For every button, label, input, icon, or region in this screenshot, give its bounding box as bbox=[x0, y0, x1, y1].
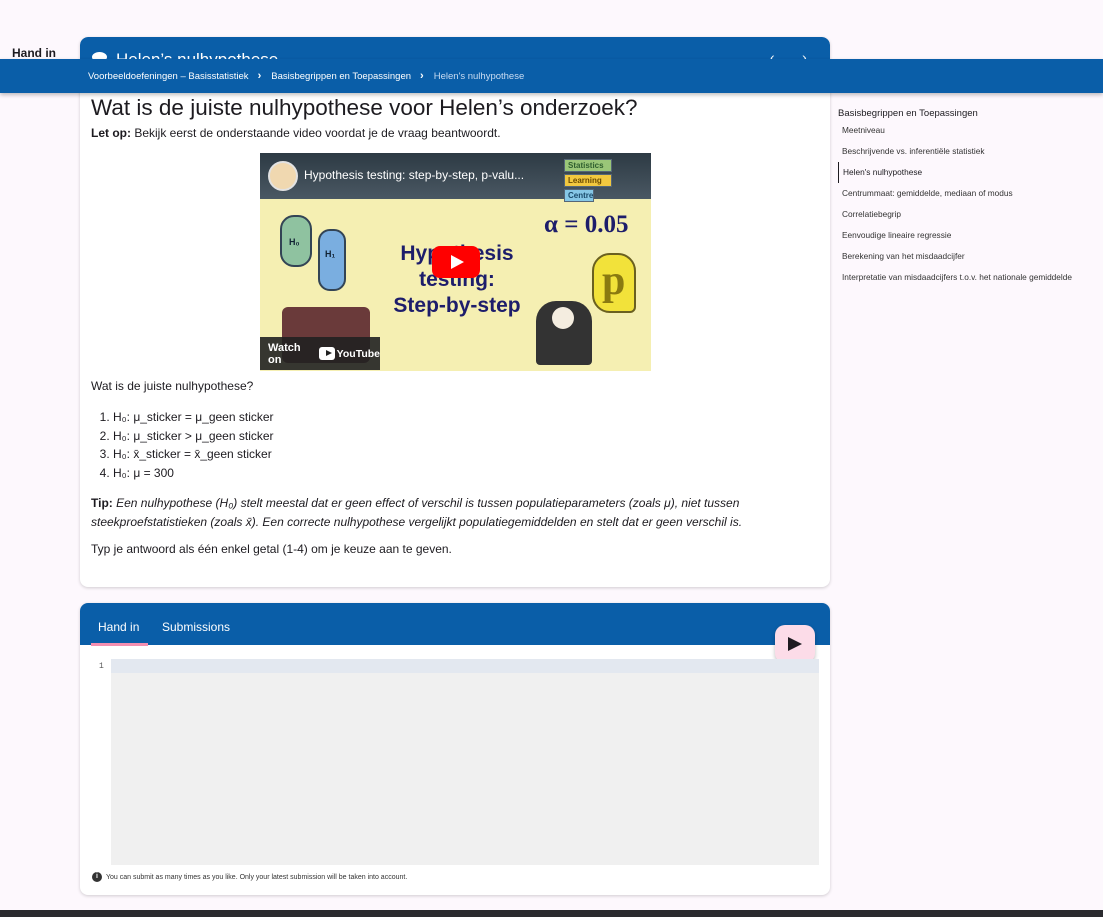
instruction-text: Typ je antwoord als één enkel getal (1-4… bbox=[91, 542, 452, 556]
notice-label: Let op: bbox=[91, 126, 131, 140]
table-of-contents: Basisbegrippen en Toepassingen Meetnivea… bbox=[838, 108, 1103, 288]
breadcrumb: Voorbeeldoefeningen – Basisstatistiek › … bbox=[0, 59, 1103, 93]
toc-item[interactable]: Meetniveau bbox=[838, 120, 1103, 141]
video-title[interactable]: Hypothesis testing: step-by-step, p-valu… bbox=[304, 168, 524, 182]
question-text: Wat is de juiste nulhypothese? bbox=[91, 379, 254, 393]
toc-item[interactable]: Eenvoudige lineaire regressie bbox=[838, 225, 1103, 246]
editor-text-area[interactable] bbox=[111, 659, 819, 865]
logo-badge: Centre bbox=[564, 189, 594, 202]
tip: Tip: Een nulhypothese (H₀) stelt meestal… bbox=[91, 494, 821, 532]
video-embed[interactable]: H₀ H₁ α = 0.05 Hypothesis testing: Step-… bbox=[260, 153, 651, 371]
youtube-label: YouTube bbox=[336, 347, 380, 360]
mathematician-figure bbox=[536, 301, 592, 365]
chevron-right-icon: › bbox=[257, 70, 262, 82]
option-item: H₀: x̄_sticker = x̄_geen sticker bbox=[113, 445, 274, 464]
tip-label: Tip: bbox=[91, 496, 113, 510]
play-button[interactable] bbox=[432, 246, 480, 278]
option-item: H₀: μ_sticker = μ_geen sticker bbox=[113, 408, 274, 427]
logo-badge: Learning bbox=[564, 174, 612, 187]
watch-on-label: Watch on bbox=[268, 341, 301, 366]
watch-on-youtube-button[interactable]: Watch on YouTube bbox=[260, 337, 380, 370]
youtube-icon bbox=[318, 347, 335, 360]
info-icon: i bbox=[92, 872, 102, 882]
active-tab-indicator bbox=[91, 643, 148, 646]
options-list: H₀: μ_sticker = μ_geen sticker H₀: μ_sti… bbox=[113, 408, 274, 483]
breadcrumb-item-course[interactable]: Voorbeeldoefeningen – Basisstatistiek bbox=[88, 71, 249, 82]
code-editor[interactable]: 1 bbox=[91, 659, 819, 865]
chevron-right-icon: › bbox=[420, 70, 424, 82]
line-number: 1 bbox=[99, 662, 104, 671]
hand-in-label: Hand in bbox=[12, 46, 56, 60]
toc-item[interactable]: Centrummaat: gemiddelde, mediaan of modu… bbox=[838, 183, 1103, 204]
toc-item[interactable]: Correlatiebegrip bbox=[838, 204, 1103, 225]
logo-badge: Statistics bbox=[564, 159, 612, 172]
toc-item[interactable]: Beschrijvende vs. inferentiële statistie… bbox=[838, 141, 1103, 162]
bottom-bar bbox=[0, 910, 1103, 917]
notice-text: Bekijk eerst de onderstaande video voord… bbox=[131, 126, 501, 140]
h1-figure bbox=[318, 229, 346, 291]
p-glyph: p bbox=[602, 258, 626, 304]
submission-hint: i You can submit as many times as you li… bbox=[92, 872, 407, 882]
editor-gutter: 1 bbox=[91, 659, 111, 865]
toc-heading[interactable]: Basisbegrippen en Toepassingen bbox=[838, 108, 1103, 119]
submit-button[interactable] bbox=[775, 625, 815, 663]
exercise-content: Wat is de juiste nulhypothese voor Helen… bbox=[91, 94, 821, 556]
breadcrumb-item-current: Helen's nulhypothese bbox=[433, 70, 525, 82]
h0-label: H₀ bbox=[289, 237, 300, 247]
channel-avatar[interactable] bbox=[268, 161, 298, 191]
toc-item[interactable]: Interpretatie van misdaadcijfers t.o.v. … bbox=[838, 267, 1103, 288]
p-figure: p bbox=[592, 253, 636, 313]
tip-text: Een nulhypothese (H₀) stelt meestal dat … bbox=[91, 496, 743, 529]
submission-card: Hand in Submissions 1 i You can submit a… bbox=[80, 603, 830, 895]
tab-submissions[interactable]: Submissions bbox=[162, 620, 230, 634]
toc-item-active[interactable]: Helen's nulhypothese bbox=[838, 162, 1103, 183]
slc-logo: Statistics Learning Centre bbox=[564, 159, 612, 204]
page-title: Wat is de juiste nulhypothese voor Helen… bbox=[91, 95, 638, 120]
option-item: H₀: μ_sticker > μ_geen sticker bbox=[113, 427, 274, 446]
notice: Let op: Bekijk eerst de onderstaande vid… bbox=[91, 126, 821, 140]
active-line bbox=[111, 659, 819, 673]
toc-item[interactable]: Berekening van het misdaadcijfer bbox=[838, 246, 1103, 267]
breadcrumb-item-series[interactable]: Basisbegrippen en Toepassingen bbox=[271, 71, 411, 82]
tab-hand-in[interactable]: Hand in bbox=[98, 620, 139, 634]
submission-hint-text: You can submit as many times as you like… bbox=[106, 873, 408, 881]
h1-label: H₁ bbox=[325, 249, 336, 259]
alpha-text: α = 0.05 bbox=[544, 211, 629, 238]
video-big-title-line: Step-by-step bbox=[393, 294, 521, 317]
option-item: H₀: μ = 300 bbox=[113, 464, 274, 483]
toc-list: Meetniveau Beschrijvende vs. inferentiël… bbox=[838, 120, 1103, 288]
submission-tabs: Hand in Submissions bbox=[80, 603, 830, 645]
